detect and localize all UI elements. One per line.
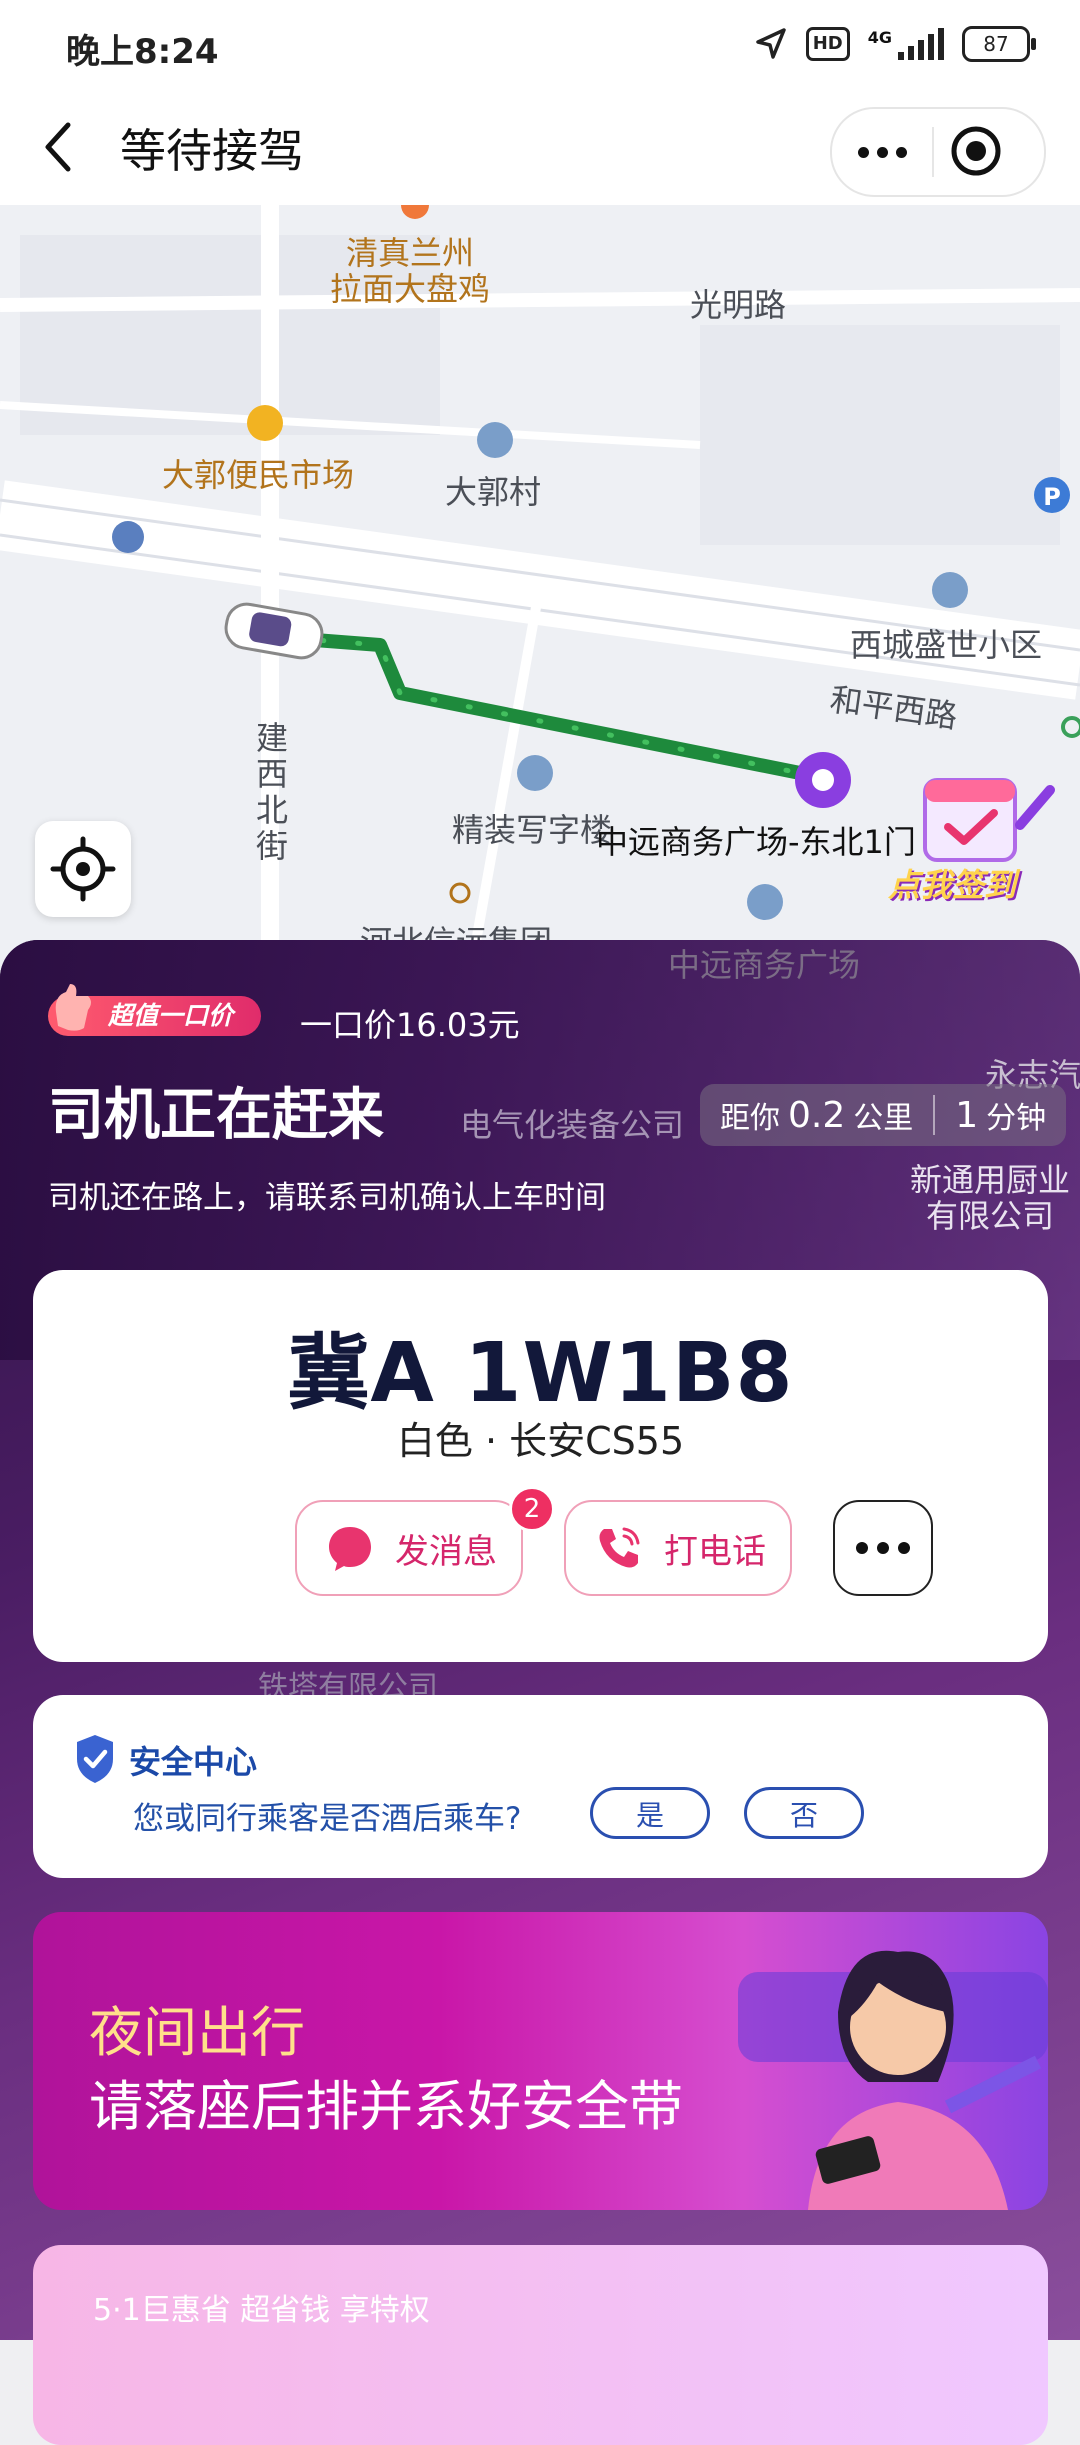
close-target-icon[interactable] xyxy=(948,123,1004,179)
call-label: 打电话 xyxy=(664,1531,766,1572)
status-time: 晚上8:24 xyxy=(66,32,219,72)
map-label-road: 光明路 xyxy=(690,286,787,324)
signal-icon: 4G xyxy=(868,28,944,60)
map-label-destination: 中远商务广场-东北1门 xyxy=(596,823,916,861)
promo-card[interactable]: 5·1巨惠省 超省钱 享特权 xyxy=(33,2245,1048,2445)
signin-label: 点我签到 xyxy=(888,866,1017,904)
passenger-illustration xyxy=(738,1950,1048,2210)
safety-card: 安全中心 您或同行乘客是否酒后乘车? 是 否 xyxy=(33,1695,1048,1878)
map-label-jianxi: 建 西 北 街 xyxy=(256,719,289,865)
hd-icon: HD xyxy=(805,27,850,61)
map-label-restaurant: 清真兰州 拉面大盘鸡 xyxy=(330,234,491,308)
no-button[interactable]: 否 xyxy=(744,1787,864,1839)
status-icons: HD 4G 87 xyxy=(754,26,1036,62)
map-label-market: 大郭便民市场 xyxy=(162,456,355,494)
car-description: 白色 · 长安CS55 xyxy=(396,1419,685,1463)
safety-question: 您或同行乘客是否酒后乘车? xyxy=(133,1801,522,1837)
shield-check-icon xyxy=(77,1735,113,1783)
eta-value: 1 xyxy=(955,1094,979,1136)
distance-unit: 公里 xyxy=(853,1101,914,1136)
capsule-divider xyxy=(932,127,934,177)
network-type: 4G xyxy=(867,28,892,47)
more-menu-button[interactable] xyxy=(832,109,932,195)
signin-widget[interactable]: 点我签到 xyxy=(880,765,1060,925)
eta-unit: 分钟 xyxy=(986,1101,1047,1136)
distance-value: 0.2 xyxy=(788,1094,846,1136)
night-safety-banner[interactable]: 夜间出行 请落座后排并系好安全带 xyxy=(33,1912,1048,2210)
page-title: 等待接驾 xyxy=(120,124,304,178)
banner-title: 夜间出行 xyxy=(89,2001,305,2064)
license-plate: 冀A 1W1B8 xyxy=(287,1326,794,1421)
status-bar: 晚上8:24 HD 4G 87 xyxy=(0,0,1080,95)
banner-subtitle: 请落座后排并系好安全带 xyxy=(89,2075,683,2138)
chat-bubble-icon xyxy=(329,1527,371,1571)
nav-bar: 等待接驾 xyxy=(0,95,1080,205)
yes-button[interactable]: 是 xyxy=(590,1787,710,1839)
back-arrow-icon[interactable] xyxy=(40,117,80,177)
promo-text: 5·1巨惠省 超省钱 享特权 xyxy=(93,2293,430,2328)
location-arrow-icon xyxy=(755,28,786,59)
driver-card: 冀A 1W1B8 白色 · 长安CS55 发消息 2 打电话 xyxy=(33,1270,1048,1662)
driver-status-heading: 司机正在赶来 xyxy=(48,1083,384,1148)
distance-pill: 距你 0.2 公里 1 分钟 xyxy=(700,1084,1067,1146)
more-options-button[interactable] xyxy=(833,1500,933,1596)
call-button[interactable]: 打电话 xyxy=(564,1500,792,1596)
map-label-office: 精装写字楼 xyxy=(452,811,613,849)
destination-marker-icon xyxy=(795,752,851,808)
battery-icon: 87 xyxy=(962,26,1036,62)
fixed-price: 一口价16.03元 xyxy=(300,1006,520,1044)
locate-button[interactable] xyxy=(35,821,131,917)
miniapp-capsule xyxy=(830,107,1046,197)
phone-icon xyxy=(599,1527,640,1568)
map-label-dianqi: 电气化装备公司 xyxy=(460,1106,685,1144)
safety-title: 安全中心 xyxy=(129,1743,258,1781)
driver-status-subtext: 司机还在路上，请联系司机确认上车时间 xyxy=(48,1180,606,1216)
svg-text:P: P xyxy=(1043,483,1061,511)
map-label-zhongyuan: 中远商务广场 xyxy=(668,946,861,984)
message-button[interactable]: 发消息 2 xyxy=(295,1486,555,1596)
map-label-village: 大郭村 xyxy=(445,473,542,511)
thumb-icon xyxy=(55,984,91,1031)
map-view[interactable]: P 清真兰州 拉面大盘鸡 光明路 大郭便民市场 大郭村 西城盛世小区 和平西路 … xyxy=(0,205,1080,975)
map-label-tongyong: 新通用厨业 有限公司 xyxy=(910,1161,1071,1235)
unread-badge: 2 xyxy=(509,1486,555,1532)
locate-crosshair-icon xyxy=(50,836,116,902)
map-label-xicheng: 西城盛世小区 xyxy=(850,626,1043,664)
distance-prefix: 距你 xyxy=(720,1101,780,1136)
calendar-check-icon xyxy=(923,778,1055,862)
message-label: 发消息 xyxy=(395,1531,497,1572)
